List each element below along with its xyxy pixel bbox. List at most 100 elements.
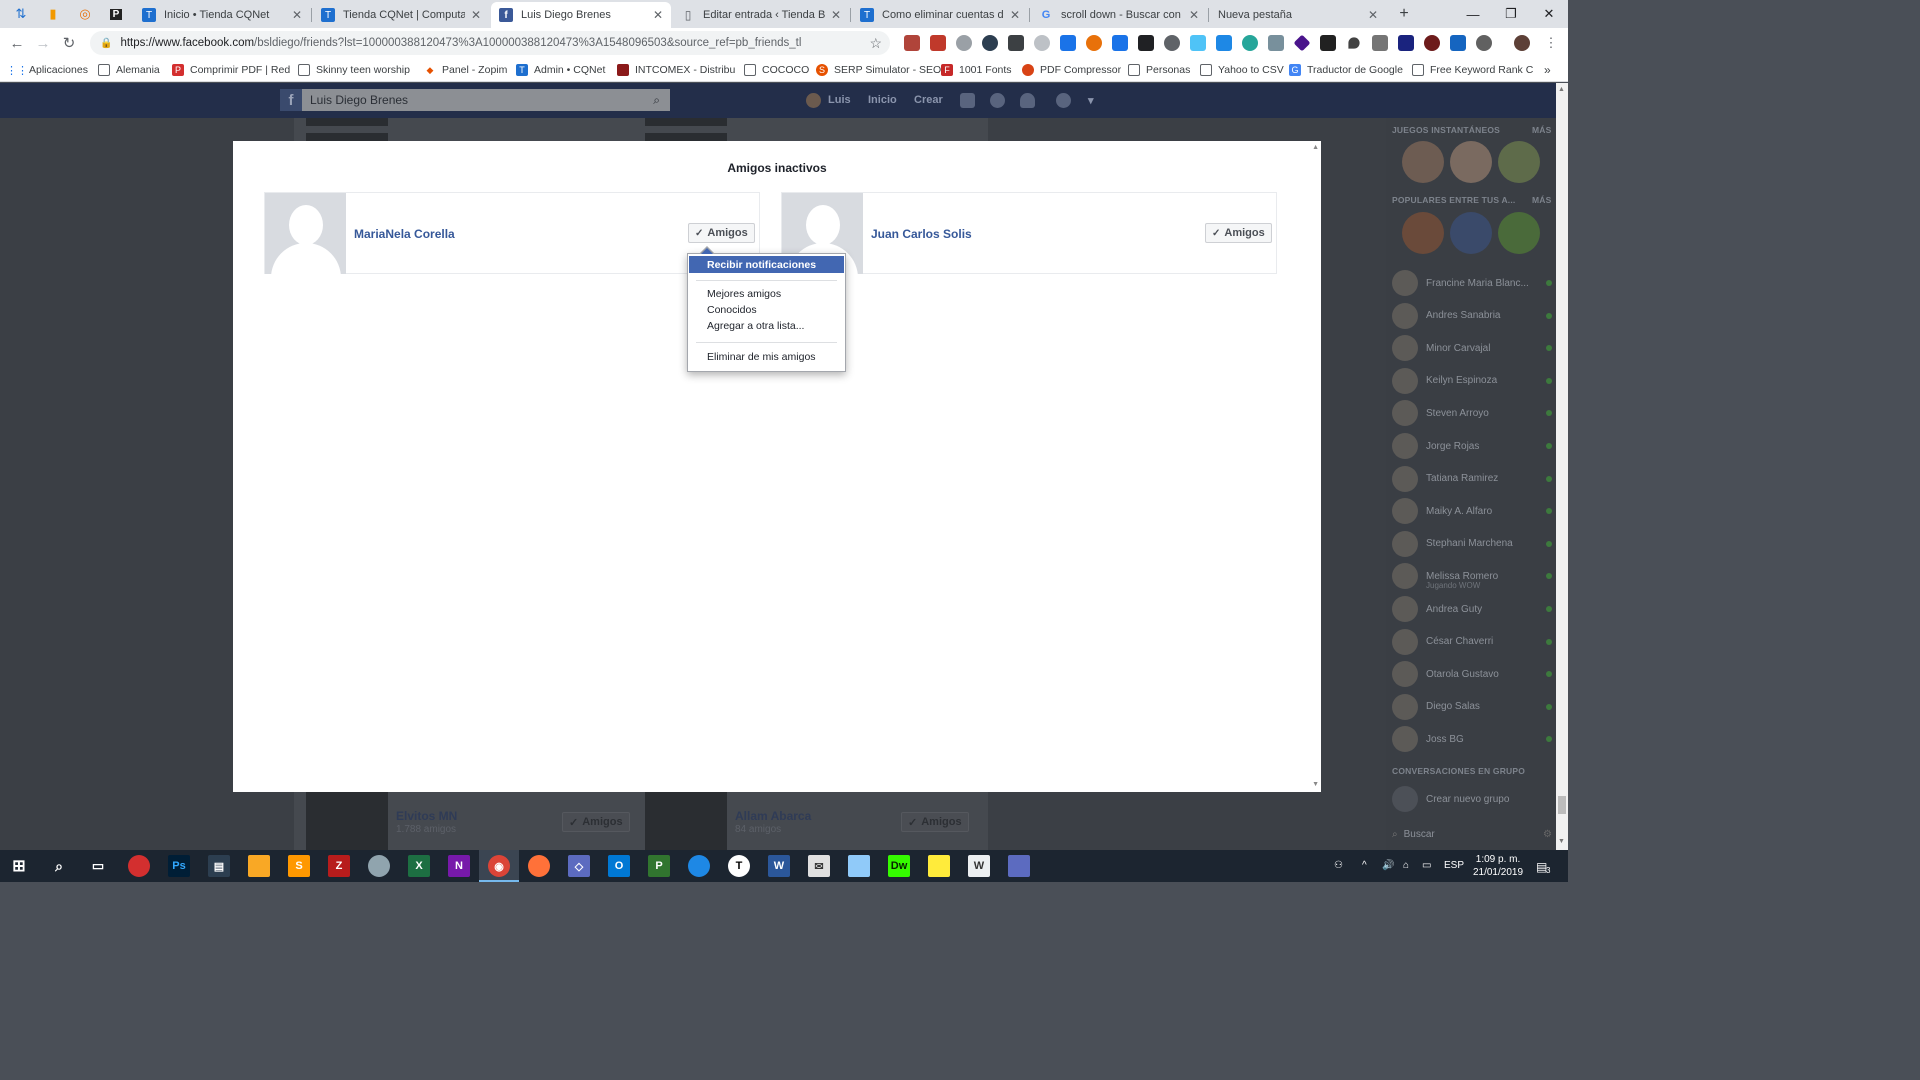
reload-button[interactable]: ↻ <box>58 33 80 53</box>
facebook-search-box[interactable]: f Luis Diego Brenes ⌕ <box>280 89 670 111</box>
friend-name-link[interactable]: Elvitos MN <box>396 809 457 823</box>
bookmark-yahoo-csv[interactable]: Yahoo to CSV <box>1200 62 1284 78</box>
extension-srp-icon[interactable] <box>1190 35 1206 51</box>
taskbar-app-icon[interactable]: ◇ <box>568 855 590 877</box>
chat-contact[interactable]: Minor Carvajal <box>1392 335 1552 362</box>
bookmarks-overflow-button[interactable]: » <box>1544 62 1551 78</box>
chat-contact[interactable]: Andrea Guty <box>1392 596 1552 622</box>
extension-acrobat-icon[interactable] <box>904 35 920 51</box>
bookmark-zopim[interactable]: ◆ Panel - Zopim <box>424 62 508 78</box>
close-tab-icon[interactable]: ✕ <box>292 8 302 22</box>
chat-contact[interactable]: Maiky A. Alfaro <box>1392 498 1552 525</box>
chat-search-input[interactable]: Buscar <box>1404 829 1543 840</box>
friend-photo[interactable] <box>306 792 388 850</box>
bookmark-intcomex[interactable]: INTCOMEX - Distribu <box>617 62 735 78</box>
menu-item-acquaintances[interactable]: Conocidos <box>689 301 844 318</box>
scroll-down-arrow-icon[interactable]: ▼ <box>1312 781 1319 788</box>
chat-contact[interactable]: César Chaverri <box>1392 628 1552 655</box>
profile-picture-placeholder[interactable] <box>265 193 346 274</box>
close-window-button[interactable]: ✕ <box>1526 0 1572 28</box>
menu-item-add-to-list[interactable]: Agregar a otra lista... <box>689 317 844 334</box>
facebook-logo-icon[interactable]: f <box>280 89 302 111</box>
extension-code-icon[interactable] <box>1268 35 1284 51</box>
bookmark-free-keyword[interactable]: Free Keyword Rank C <box>1412 62 1533 78</box>
extension-mail-icon[interactable] <box>1008 35 1024 51</box>
tab-google-search[interactable]: G scroll down - Buscar con Google ✕ <box>1031 2 1207 28</box>
extension-atom-icon[interactable] <box>1242 35 1258 51</box>
chat-contact[interactable]: Jorge Rojas <box>1392 433 1552 459</box>
excel-icon[interactable]: X <box>408 855 430 877</box>
bookmark-skinny[interactable]: Skinny teen worship <box>298 62 410 78</box>
friends-button[interactable]: ✓ Amigos <box>901 812 969 832</box>
people-icon[interactable]: ⚇ <box>1334 860 1343 871</box>
extension-bottle-icon[interactable] <box>1320 35 1336 51</box>
extension-diamond-icon[interactable] <box>1293 34 1311 52</box>
bookmark-cococo[interactable]: COCOCO <box>744 62 809 78</box>
menu-item-receive-notifications[interactable]: Recibir notificaciones <box>689 256 844 273</box>
notifications-bell-icon[interactable] <box>1020 93 1035 108</box>
extension-user-icon[interactable] <box>1112 35 1128 51</box>
taskbar-app-icon[interactable]: T <box>728 855 750 877</box>
friends-button[interactable]: ✓ Amigos <box>562 812 630 832</box>
tray-overflow-chevron-icon[interactable]: ^ <box>1362 860 1367 871</box>
onenote-icon[interactable]: N <box>448 855 470 877</box>
extension-gmail-icon[interactable] <box>1138 35 1154 51</box>
extension-m-icon[interactable] <box>982 35 998 51</box>
page-scrollbar[interactable] <box>1556 83 1568 850</box>
new-tab-button[interactable]: + <box>1393 4 1415 24</box>
bookmark-personas[interactable]: Personas <box>1128 62 1190 78</box>
search-input[interactable]: Luis Diego Brenes <box>310 93 408 107</box>
chat-contact[interactable]: Keilyn Espinoza <box>1392 367 1552 394</box>
search-icon[interactable]: ⌕ <box>653 93 660 108</box>
tab-como-eliminar[interactable]: T Como eliminar cuentas de amigos ✕ <box>852 2 1028 28</box>
sublime-text-icon[interactable]: S <box>288 855 310 877</box>
firefox-icon[interactable] <box>528 855 550 877</box>
game-thumbnail[interactable] <box>1450 141 1492 183</box>
game-thumbnail[interactable] <box>1450 212 1492 254</box>
friend-name-link[interactable]: MariaNela Corella <box>354 227 455 241</box>
game-thumbnail[interactable] <box>1402 212 1444 254</box>
taskbar-app-icon[interactable] <box>1008 855 1030 877</box>
dreamweaver-icon[interactable]: Dw <box>888 855 910 877</box>
dialog-scrollbar[interactable] <box>1309 141 1321 792</box>
user-avatar[interactable] <box>806 93 821 108</box>
scroll-down-arrow-icon[interactable]: ▼ <box>1558 838 1565 845</box>
back-button[interactable]: ← <box>6 33 28 53</box>
bookmark-pdf-compressor[interactable]: PDF Compressor <box>1022 62 1121 78</box>
store-icon[interactable]: ▤ <box>208 855 230 877</box>
bookmark-traductor[interactable]: G Traductor de Google <box>1289 62 1403 78</box>
extension-calendar-icon[interactable] <box>930 35 946 51</box>
pinned-tab-circle-icon[interactable]: ◎ <box>74 4 96 24</box>
chat-contact[interactable]: Stephani Marchena <box>1392 530 1552 557</box>
pinned-tab-p-icon[interactable]: P <box>105 4 127 24</box>
profile-avatar-icon[interactable] <box>1514 35 1530 51</box>
bookmark-serp[interactable]: S SERP Simulator - SEO <box>816 62 941 78</box>
bookmark-alemania[interactable]: Alemania <box>98 62 160 78</box>
game-thumbnail[interactable] <box>1498 141 1540 183</box>
extension-globe-icon[interactable] <box>1476 35 1492 51</box>
extension-lightbulb-icon[interactable] <box>956 35 972 51</box>
chat-contact[interactable]: Melissa Romero Jugando WOW <box>1392 563 1552 590</box>
extension-wand-icon[interactable] <box>1216 35 1232 51</box>
photoshop-icon[interactable]: Ps <box>168 855 190 877</box>
chrome-icon[interactable]: ◉ <box>488 855 510 877</box>
friends-dropdown-button[interactable]: ✓ Amigos <box>1205 223 1272 243</box>
sticky-notes-icon[interactable] <box>928 855 950 877</box>
menu-item-best-friends[interactable]: Mejores amigos <box>689 285 844 302</box>
scroll-up-arrow-icon[interactable]: ▲ <box>1312 144 1319 151</box>
extension-gear-icon[interactable] <box>1164 35 1180 51</box>
chat-contact[interactable]: Francine Maria Blanc... <box>1392 270 1552 296</box>
chat-contact[interactable]: Joss BG <box>1392 726 1552 753</box>
tab-facebook-active[interactable]: f Luis Diego Brenes ✕ <box>491 2 671 28</box>
close-tab-icon[interactable]: ✕ <box>1010 8 1020 22</box>
network-icon[interactable]: ⌂ <box>1403 860 1409 871</box>
maps-icon[interactable] <box>688 855 710 877</box>
tab-tienda-cqnet[interactable]: T Tienda CQNet | Computadoras ✕ <box>313 2 489 28</box>
extension-fire-icon[interactable] <box>1086 35 1102 51</box>
filezilla-icon[interactable]: Z <box>328 855 350 877</box>
create-group-button[interactable]: Crear nuevo grupo <box>1392 786 1552 812</box>
extension-camera-icon[interactable] <box>1372 35 1388 51</box>
extension-ball-icon[interactable] <box>1034 35 1050 51</box>
pinned-tab-icon[interactable]: ⇅ <box>10 4 32 24</box>
chat-search-box[interactable]: ⌕ Buscar ⚙ <box>1392 826 1552 842</box>
